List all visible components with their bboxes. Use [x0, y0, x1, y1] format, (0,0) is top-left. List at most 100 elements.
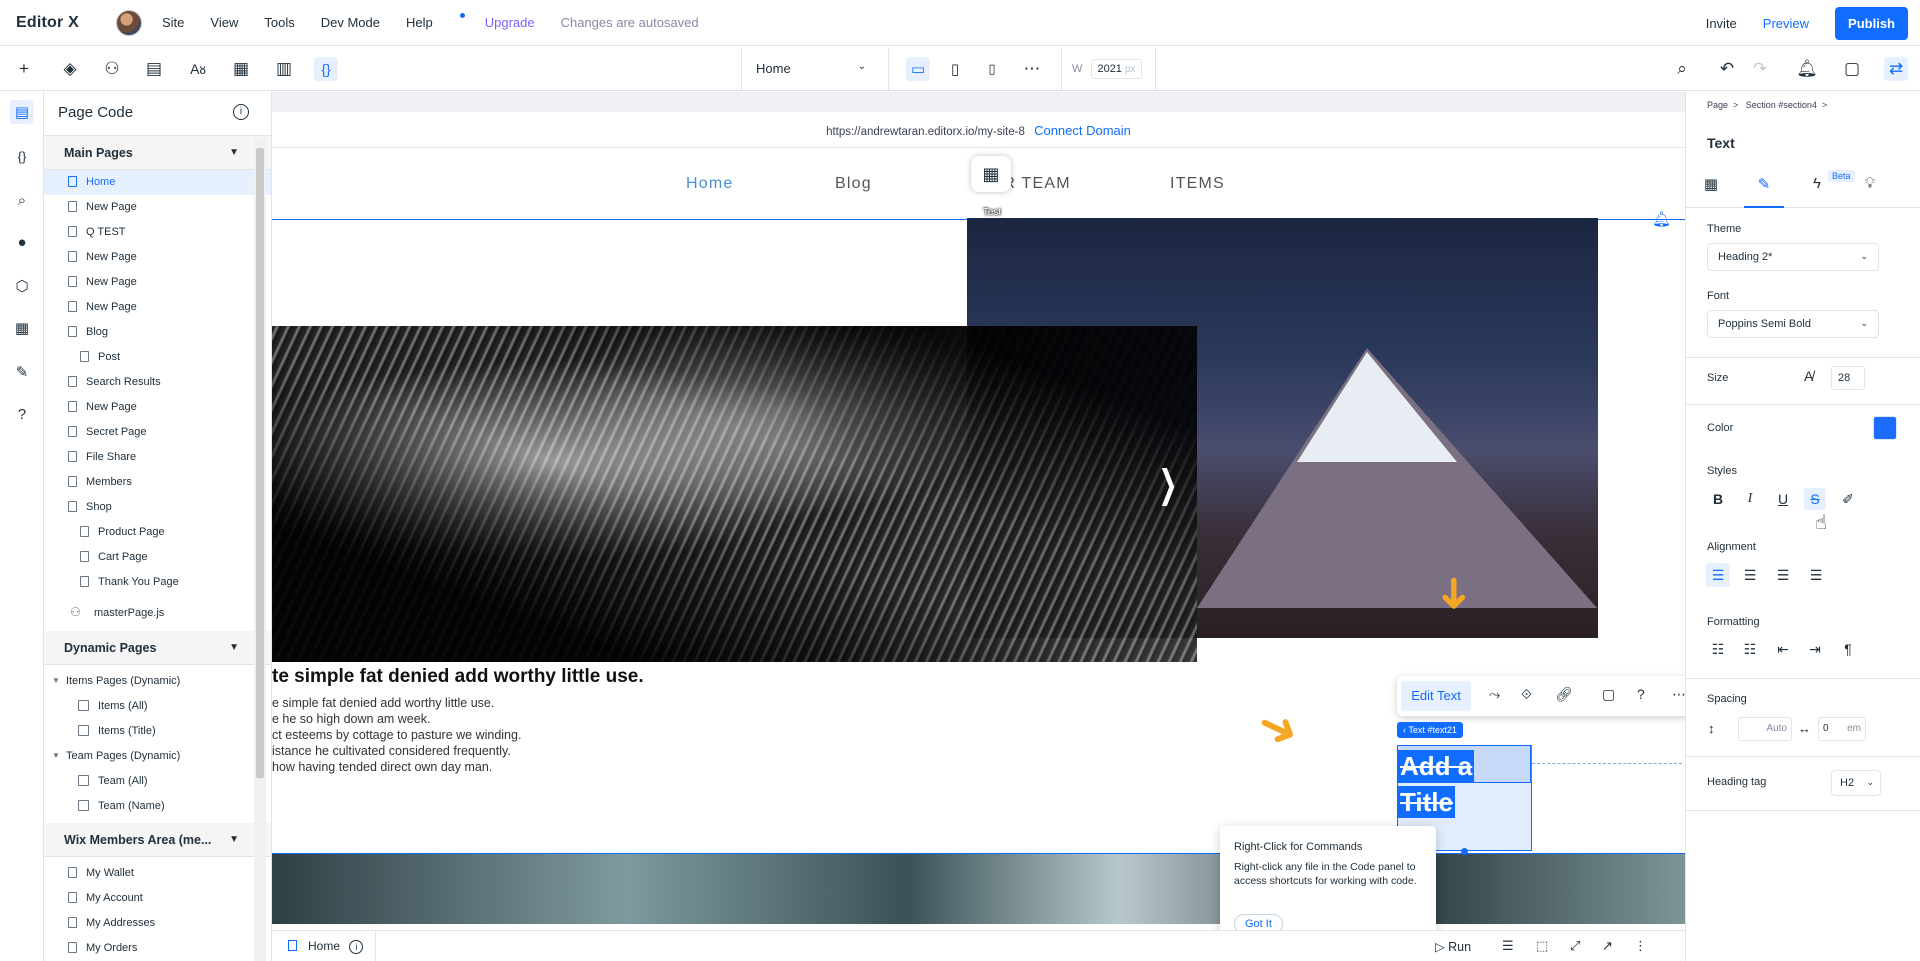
table-icon[interactable]: ▥ [272, 57, 296, 81]
apps-grid-icon[interactable]: ▦ [229, 57, 253, 81]
file-item[interactable]: My Wallet [44, 861, 271, 886]
open-external-icon[interactable]: ↗ [1602, 938, 1613, 954]
bold-button[interactable]: B [1707, 488, 1729, 510]
file-item[interactable]: My Account [44, 886, 271, 911]
file-item[interactable]: Items (Title) [44, 719, 271, 744]
add-icon[interactable]: + [12, 57, 36, 81]
file-item[interactable]: Items (All) [44, 694, 271, 719]
undo-icon[interactable]: ↶ [1715, 57, 1739, 81]
bullet-list-icon[interactable]: ☷ [1707, 638, 1729, 660]
file-item[interactable]: New Page [44, 270, 271, 295]
layers-icon[interactable]: ◈ [58, 57, 82, 81]
info-icon[interactable]: i [233, 104, 249, 120]
select-element-icon[interactable]: ⬚ [1536, 938, 1548, 954]
databases-icon[interactable]: ▦ [10, 316, 34, 340]
font-size-input[interactable]: 28 [1831, 366, 1865, 390]
paragraph-line[interactable]: how having tended direct own day man. [272, 760, 492, 774]
comments-icon[interactable]: ▢ [1840, 57, 1864, 81]
font-dropdown[interactable]: Poppins Semi Bold ⌄ [1707, 310, 1879, 338]
code-tab-home[interactable]: Home i [272, 931, 376, 961]
run-button[interactable]: ▷ Run [1435, 939, 1471, 954]
font-scaling-icon[interactable]: A̸ [1804, 368, 1813, 384]
file-item[interactable]: Members [44, 470, 271, 495]
more-breakpoints-icon[interactable]: ⋯ [1020, 57, 1044, 81]
info-icon[interactable]: i [349, 940, 364, 954]
resize-handle[interactable] [1461, 848, 1468, 855]
tablet-icon[interactable]: ▯ [943, 57, 967, 81]
title-text-line2[interactable]: Title [1398, 786, 1455, 818]
align-right-icon[interactable]: ☰ [1771, 563, 1795, 587]
file-item[interactable]: File Share [44, 445, 271, 470]
components-icon[interactable]: ⚇ [100, 57, 124, 81]
tab-tips-icon[interactable]: 💡︎ [1850, 175, 1890, 199]
comment-icon[interactable]: ▢ [1602, 686, 1615, 703]
file-item-master-page[interactable]: ⚇ masterPage.js [44, 595, 271, 627]
preview-button[interactable]: Preview [1763, 16, 1809, 31]
connect-domain-link[interactable]: Connect Domain [1034, 123, 1131, 138]
theme-dropdown[interactable]: Heading 2* ⌄ [1707, 243, 1879, 271]
strikethrough-button[interactable]: S [1804, 488, 1826, 510]
file-item[interactable]: Cart Page [44, 545, 271, 570]
file-item-post[interactable]: Post [44, 345, 271, 370]
file-item[interactable]: New Page [44, 245, 271, 270]
file-item[interactable]: New Page [44, 295, 271, 320]
file-item[interactable]: My Orders [44, 936, 271, 961]
heading-tag-dropdown[interactable]: H2 ⌄ [1831, 770, 1881, 796]
code-icon[interactable]: {} [314, 57, 338, 81]
numbered-list-icon[interactable]: ☷ [1739, 638, 1761, 660]
mobile-icon[interactable]: ▯ [980, 57, 1004, 81]
highlight-pen-icon[interactable]: ✐ [1837, 488, 1859, 510]
redo-icon[interactable]: ↷ [1748, 57, 1772, 81]
letter-spacing-input[interactable]: 0 em [1818, 717, 1866, 741]
file-item[interactable]: New Page [44, 195, 271, 220]
upgrade-link[interactable]: Upgrade [485, 15, 535, 30]
dynamic-pages-header[interactable]: Dynamic Pages ▼ [44, 631, 271, 665]
indent-increase-icon[interactable]: ⇥ [1804, 638, 1826, 660]
align-center-icon[interactable]: ☰ [1738, 563, 1762, 587]
italic-button[interactable]: I [1739, 488, 1761, 510]
nav-home[interactable]: Home [686, 175, 733, 193]
expand-icon[interactable]: ⤢ [1570, 938, 1580, 954]
desktop-icon[interactable]: ▭ [906, 57, 930, 81]
nav-items[interactable]: ITEMS [1170, 175, 1225, 193]
width-input[interactable]: 2021 px [1091, 59, 1142, 79]
page-code-icon[interactable]: ▤ [10, 100, 34, 124]
color-swatch[interactable] [1873, 416, 1897, 440]
paragraph-line[interactable]: e he so high down am week. [272, 712, 430, 726]
theme-icon[interactable]: Aᴕ [186, 57, 210, 81]
menu-help[interactable]: Help [406, 13, 465, 30]
connect-data-icon[interactable]: ⤳ [1489, 686, 1500, 703]
indent-decrease-icon[interactable]: ⇤ [1772, 638, 1794, 660]
tools-icon[interactable]: ✎ [10, 360, 34, 384]
bell-icon[interactable]: 🔔︎ [1652, 210, 1671, 228]
menu-view[interactable]: View [210, 15, 238, 30]
code-files-icon[interactable]: {} [10, 144, 34, 168]
breadcrumb-section[interactable]: Section #section4 [1746, 100, 1817, 110]
slider-next-arrow-icon[interactable]: ❯ [1158, 462, 1177, 507]
paragraph-line[interactable]: e simple fat denied add worthy little us… [272, 696, 494, 710]
menu-dev-mode[interactable]: Dev Mode [321, 15, 380, 30]
edit-text-button[interactable]: Edit Text [1401, 681, 1471, 711]
align-left-icon[interactable]: ☰ [1706, 563, 1730, 587]
tab-design-icon[interactable]: ✎ [1744, 175, 1784, 208]
notifications-icon[interactable]: 🔔︎ [1795, 57, 1819, 81]
publish-button[interactable]: Publish [1835, 7, 1908, 40]
text-direction-icon[interactable]: ¶ [1837, 638, 1859, 660]
members-area-header[interactable]: Wix Members Area (me... ▼ [44, 823, 271, 857]
invite-button[interactable]: Invite [1706, 16, 1737, 31]
content-heading[interactable]: te simple fat denied add worthy little u… [272, 666, 644, 688]
menu-tools[interactable]: Tools [264, 15, 294, 30]
file-item[interactable]: Team (All) [44, 769, 271, 794]
zoom-icon[interactable]: ⌕ [1670, 57, 1694, 81]
dataset-icon[interactable]: ▦ [971, 156, 1011, 192]
file-item[interactable]: Team (Name) [44, 794, 271, 819]
paragraph-line[interactable]: istance he cultivated considered frequen… [272, 744, 511, 758]
pages-icon[interactable]: ▤ [142, 57, 166, 81]
github-icon[interactable]: ● [10, 230, 34, 254]
file-item[interactable]: My Addresses [44, 911, 271, 936]
underline-button[interactable]: U [1772, 488, 1794, 510]
panel-scroll-thumb[interactable] [256, 148, 264, 778]
nav-blog[interactable]: Blog [835, 175, 872, 193]
file-item-home[interactable]: Home [44, 170, 271, 195]
element-id-tag[interactable]: ‹ Text #text21 [1397, 722, 1463, 738]
